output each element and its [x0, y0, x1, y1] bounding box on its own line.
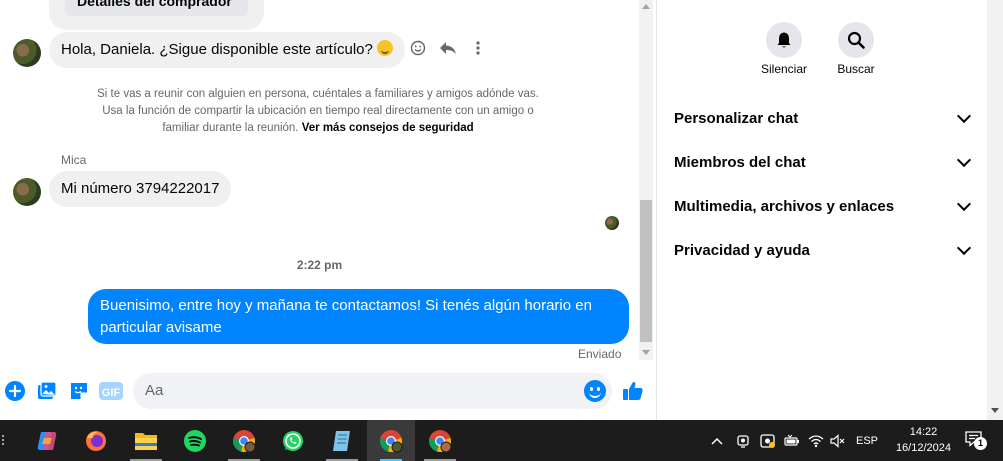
search-label: Buscar	[837, 62, 875, 76]
time-separator: 2:22 pm	[296, 258, 343, 272]
safety-tips-link[interactable]: Ver más consejos de seguridad	[302, 122, 474, 134]
reply-icon[interactable]	[438, 38, 458, 58]
buyer-details-card: Detalles del comprador	[49, 0, 264, 30]
chevron-down-icon	[956, 108, 972, 123]
chat-thread[interactable]: Detalles del comprador Hola, Daniela. ¿S…	[0, 0, 639, 420]
system-tray: ESP	[710, 420, 878, 461]
chrome-app-icon[interactable]	[225, 420, 263, 461]
message-text: Mi número 3794222017	[61, 180, 220, 197]
camera-icon	[737, 434, 749, 448]
message-actions	[408, 38, 488, 58]
contact-avatar[interactable]	[13, 178, 41, 206]
language-indicator[interactable]: ESP	[856, 435, 878, 447]
chat-scrollbar[interactable]	[639, 0, 653, 360]
message-composer: GIF Aa	[0, 370, 656, 412]
message-text: Hola, Daniela. ¿Sigue disponible este ar…	[61, 41, 373, 58]
file-explorer-app-icon[interactable]	[127, 420, 165, 461]
chevron-down-icon	[956, 152, 972, 167]
emoji-icon[interactable]	[584, 380, 606, 402]
scrollbar-thumb[interactable]	[640, 200, 652, 342]
sender-name: Mica	[61, 153, 87, 167]
spotify-app-icon[interactable]	[176, 420, 214, 461]
scroll-down-icon[interactable]	[642, 350, 650, 355]
smiling-emoji-icon	[376, 40, 393, 56]
message-bubble-incoming[interactable]: Hola, Daniela. ¿Sigue disponible este ar…	[49, 32, 405, 68]
firefox-app-icon[interactable]	[77, 420, 115, 461]
plus-icon[interactable]	[4, 380, 26, 402]
scroll-down-icon[interactable]	[991, 408, 999, 413]
delivery-status: Enviado	[578, 347, 622, 361]
notification-count-badge: 1	[974, 437, 987, 450]
safety-notice: Si te vas a reunir con alguien en person…	[93, 86, 543, 137]
chrome-app-icon-active[interactable]	[367, 420, 415, 461]
windows-taskbar: ESP 14:22 16/12/2024 1	[0, 420, 1003, 461]
message-text: Buenisimo, entre hoy y mañana te contact…	[100, 297, 592, 336]
volume-muted-icon	[830, 433, 845, 448]
section-media-files-links[interactable]: Multimedia, archivos y enlaces	[674, 188, 972, 224]
system-clock[interactable]: 14:22 16/12/2024	[896, 424, 951, 456]
notepad-app-icon[interactable]	[323, 420, 361, 461]
sticker-icon[interactable]	[68, 380, 90, 402]
seen-receipt-avatar	[605, 216, 619, 230]
clock-date: 16/12/2024	[895, 442, 951, 454]
section-label: Multimedia, archivos y enlaces	[674, 197, 895, 215]
react-icon[interactable]	[408, 38, 428, 58]
mute-label: Silenciar	[760, 62, 808, 76]
section-privacy-help[interactable]: Privacidad y ayuda	[674, 232, 972, 268]
buyer-details-button[interactable]: Detalles del comprador	[65, 0, 248, 16]
section-label: Miembros del chat	[674, 153, 806, 171]
svg-text:GIF: GIF	[102, 387, 121, 399]
security-icon	[760, 433, 775, 448]
copilot-app-icon[interactable]	[28, 420, 66, 461]
image-icon[interactable]	[36, 380, 58, 402]
scroll-up-icon[interactable]	[642, 4, 650, 9]
chat-details-panel: Silenciar Buscar Personalizar chat Miemb…	[657, 0, 987, 420]
more-options-icon[interactable]	[468, 38, 488, 58]
message-input[interactable]: Aa	[133, 373, 612, 409]
chevron-down-icon	[956, 196, 972, 211]
battery-icon	[784, 434, 799, 446]
gif-icon[interactable]: GIF	[99, 380, 123, 402]
mute-button[interactable]	[766, 22, 802, 58]
section-label: Privacidad y ayuda	[674, 241, 810, 259]
section-chat-members[interactable]: Miembros del chat	[674, 144, 972, 180]
message-input-placeholder: Aa	[145, 382, 164, 399]
search-button[interactable]	[838, 22, 874, 58]
messenger-window: Detalles del comprador Hola, Daniela. ¿S…	[0, 0, 1003, 461]
chrome-app-icon[interactable]	[421, 420, 459, 461]
search-icon	[847, 31, 865, 49]
wifi-icon	[808, 434, 824, 447]
chevron-down-icon	[956, 240, 972, 255]
message-bubble-outgoing[interactable]: Buenisimo, entre hoy y mañana te contact…	[88, 289, 629, 344]
show-hidden-icons-icon	[711, 437, 723, 445]
like-icon[interactable]	[622, 380, 644, 402]
section-customize-chat[interactable]: Personalizar chat	[674, 100, 972, 136]
notification-center-icon[interactable]: 1	[965, 431, 987, 450]
contact-avatar[interactable]	[13, 39, 41, 67]
clock-time: 14:22	[909, 426, 938, 438]
message-bubble-incoming[interactable]: Mi número 3794222017	[49, 171, 232, 207]
page-scrollbar[interactable]	[987, 0, 1003, 420]
bell-icon	[777, 32, 791, 48]
taskbar-handle	[2, 435, 4, 445]
whatsapp-app-icon[interactable]	[274, 420, 312, 461]
section-label: Personalizar chat	[674, 109, 799, 127]
